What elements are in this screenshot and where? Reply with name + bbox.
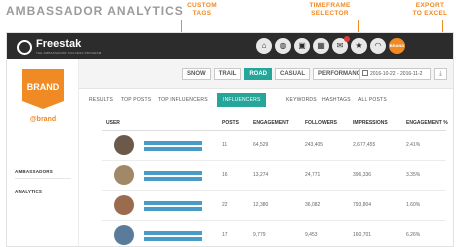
sidebar-item-ambassadors[interactable]: AMBASSADORS	[15, 169, 53, 174]
column-followers[interactable]: FOLLOWERS	[305, 120, 337, 126]
sidebar-divider	[15, 178, 71, 179]
feed-icon[interactable]: ◠	[370, 38, 386, 54]
callout-export-line1: EXPORT	[415, 2, 445, 9]
column-impressions[interactable]: IMPRESSIONS	[353, 120, 388, 126]
column-engagement-pct[interactable]: ENGAGEMENT %	[406, 120, 448, 126]
cell-posts: 16	[222, 172, 228, 178]
cell-engagement: 9,779	[253, 232, 266, 238]
top-navbar: Freestak THE AMBASSADOR SUCCESS PROGRAM …	[7, 33, 453, 59]
table-header: USER POSTS ENGAGEMENT FOLLOWERS IMPRESSI…	[102, 118, 448, 130]
username-placeholder	[144, 231, 202, 235]
cell-engagement-pct: 6.26%	[406, 232, 421, 238]
tab-results[interactable]: RESULTS	[89, 97, 113, 103]
table-row[interactable]: 16 13,274 24,771 396,336 3.35%	[102, 161, 446, 191]
sidebar: BRAND @brand AMBASSADORS ANALYTICS	[7, 59, 79, 246]
cell-engagement: 12,380	[253, 202, 269, 208]
tab-top-posts[interactable]: TOP POSTS	[121, 97, 151, 103]
avatar[interactable]	[114, 135, 134, 155]
filter-bar: SNOW TRAIL ROAD CASUAL PERFORMANCE 2016-…	[79, 59, 453, 89]
tag-road[interactable]: ROAD	[244, 68, 273, 80]
cell-engagement-pct: 3.35%	[406, 172, 421, 178]
callout-timeframe-line2: SELECTOR	[311, 10, 349, 17]
cell-impressions: 396,336	[353, 172, 372, 178]
brand-handle: @brand	[29, 116, 57, 123]
app-window: Freestak THE AMBASSADOR SUCCESS PROGRAM …	[6, 32, 454, 247]
callout-custom-tags-line2: TAGS	[192, 10, 212, 17]
callout-export-line2: TO EXCEL	[412, 10, 448, 17]
avatar[interactable]	[114, 195, 134, 215]
cell-engagement-pct: 2.41%	[406, 142, 421, 148]
avatar[interactable]	[114, 225, 134, 245]
sidebar-item-analytics[interactable]: ANALYTICS	[15, 189, 42, 194]
download-icon: ⤓	[439, 71, 442, 77]
cell-engagement: 13,274	[253, 172, 269, 178]
cell-posts: 22	[222, 202, 228, 208]
cell-followers: 243,405	[305, 142, 324, 148]
brand-icon[interactable]: BRAND	[389, 38, 405, 54]
influencers-table: USER POSTS ENGAGEMENT FOLLOWERS IMPRESSI…	[79, 117, 453, 246]
page-title: AMBASSADOR ANALYTICS	[6, 4, 184, 18]
tab-top-influencers[interactable]: TOP INFLUENCERS	[158, 97, 208, 103]
cell-impressions: 2,677,455	[353, 142, 376, 148]
username-placeholder	[144, 171, 202, 175]
cell-impressions: 793,804	[353, 202, 372, 208]
timeframe-selector[interactable]: 2016-10-22 - 2016-11-2	[359, 68, 431, 80]
column-user[interactable]: USER	[106, 120, 120, 126]
home-icon[interactable]: ⌂	[256, 38, 272, 54]
page: AMBASSADOR ANALYTICS CUSTOM TAGS TIMEFRA…	[0, 0, 458, 247]
table-row[interactable]: 22 12,380 36,082 793,804 1.60%	[102, 191, 446, 221]
cell-impressions: 160,701	[353, 232, 372, 238]
tab-influencers[interactable]: INFLUENCERS	[217, 93, 267, 107]
table-row[interactable]: 17 9,779 9,453 160,701 6.26%	[102, 221, 446, 246]
messages-icon[interactable]: ✉	[332, 36, 350, 54]
username-placeholder	[144, 201, 202, 205]
shop-icon[interactable]: ▣	[294, 38, 310, 54]
tab-hashtags[interactable]: HASHTAGS	[322, 97, 351, 103]
logo-mark-icon	[17, 39, 32, 55]
cell-posts: 11	[222, 142, 228, 148]
cell-followers: 36,082	[305, 202, 321, 208]
tab-keywords[interactable]: KEYWORDS	[286, 97, 317, 103]
username-placeholder	[144, 177, 202, 181]
timeframe-value: 2016-10-22 - 2016-11-2	[370, 71, 423, 77]
callout-timeframe-line1: TIMEFRAME	[309, 2, 351, 9]
tab-all-posts[interactable]: ALL POSTS	[358, 97, 387, 103]
tag-casual[interactable]: CASUAL	[275, 68, 311, 80]
cell-followers: 9,453	[305, 232, 318, 238]
callout-export: EXPORT TO EXCEL	[405, 2, 455, 18]
logo-subtext: THE AMBASSADOR SUCCESS PROGRAM	[36, 51, 102, 55]
calendar-icon	[362, 70, 368, 76]
notification-badge	[344, 36, 350, 42]
nav-icons: ⌂ ◍ ▣ ▦ ✉ ★ ◠ BRAND	[256, 36, 408, 54]
tag-trail[interactable]: TRAIL	[213, 68, 242, 80]
callout-custom-tags-line1: CUSTOM	[187, 2, 217, 9]
avatar[interactable]	[114, 165, 134, 185]
brand-badge: BRAND	[22, 69, 64, 109]
table-row[interactable]: 11 64,529 243,405 2,677,455 2.41%	[102, 131, 446, 161]
username-placeholder	[144, 207, 202, 211]
dashboard-icon[interactable]: ◍	[275, 38, 291, 54]
cell-engagement: 64,529	[253, 142, 269, 148]
username-placeholder	[144, 237, 202, 241]
username-placeholder	[144, 147, 202, 151]
tag-snow[interactable]: SNOW	[182, 68, 211, 80]
analytics-icon[interactable]: ▦	[313, 38, 329, 54]
logo-text: Freestak	[36, 38, 82, 50]
export-button[interactable]: ⤓	[434, 68, 447, 80]
callout-custom-tags: CUSTOM TAGS	[182, 2, 222, 18]
cell-posts: 17	[222, 232, 228, 238]
username-placeholder	[144, 141, 202, 145]
column-posts[interactable]: POSTS	[222, 120, 239, 126]
callout-timeframe: TIMEFRAME SELECTOR	[300, 2, 360, 18]
column-engagement[interactable]: ENGAGEMENT	[253, 120, 289, 126]
cell-followers: 24,771	[305, 172, 321, 178]
logo[interactable]: Freestak THE AMBASSADOR SUCCESS PROGRAM	[17, 39, 102, 55]
star-icon[interactable]: ★	[351, 38, 367, 54]
tab-bar: RESULTS TOP POSTS TOP INFLUENCERS INFLUE…	[79, 91, 453, 113]
cell-engagement-pct: 1.60%	[406, 202, 421, 208]
custom-tags: SNOW TRAIL ROAD CASUAL PERFORMANCE	[182, 68, 373, 80]
